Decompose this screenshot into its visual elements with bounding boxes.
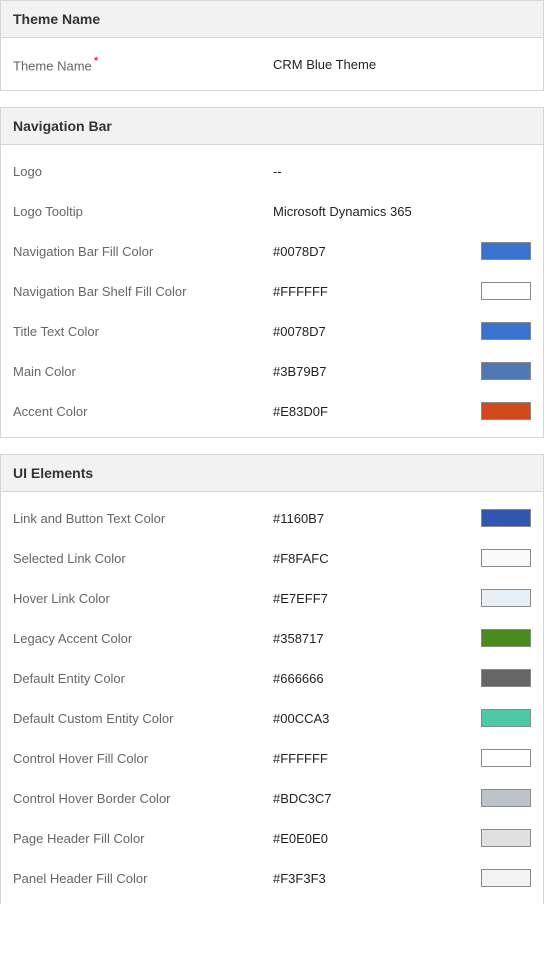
accent-color-value[interactable]: #E83D0F bbox=[273, 404, 471, 419]
nav-fill-swatch[interactable] bbox=[481, 242, 531, 260]
panel-header-row: Panel Header Fill Color #F3F3F3 bbox=[1, 858, 543, 898]
control-hover-fill-value[interactable]: #FFFFFF bbox=[273, 751, 471, 766]
nav-shelf-label: Navigation Bar Shelf Fill Color bbox=[13, 284, 273, 299]
logo-value[interactable]: -- bbox=[273, 164, 531, 179]
control-hover-border-value[interactable]: #BDC3C7 bbox=[273, 791, 471, 806]
nav-fill-label: Navigation Bar Fill Color bbox=[13, 244, 273, 259]
title-text-value[interactable]: #0078D7 bbox=[273, 324, 471, 339]
theme-name-label-text: Theme Name bbox=[13, 59, 92, 74]
theme-name-header: Theme Name bbox=[1, 1, 543, 38]
link-button-swatch[interactable] bbox=[481, 509, 531, 527]
theme-name-label: Theme Name* bbox=[13, 54, 273, 73]
link-button-row: Link and Button Text Color #1160B7 bbox=[1, 498, 543, 538]
logo-tooltip-value[interactable]: Microsoft Dynamics 365 bbox=[273, 204, 531, 219]
custom-entity-row: Default Custom Entity Color #00CCA3 bbox=[1, 698, 543, 738]
nav-shelf-value[interactable]: #FFFFFF bbox=[273, 284, 471, 299]
hover-link-row: Hover Link Color #E7EFF7 bbox=[1, 578, 543, 618]
title-text-label: Title Text Color bbox=[13, 324, 273, 339]
control-hover-border-label: Control Hover Border Color bbox=[13, 791, 273, 806]
page-header-label: Page Header Fill Color bbox=[13, 831, 273, 846]
default-entity-row: Default Entity Color #666666 bbox=[1, 658, 543, 698]
legacy-accent-swatch[interactable] bbox=[481, 629, 531, 647]
default-entity-value[interactable]: #666666 bbox=[273, 671, 471, 686]
nav-shelf-swatch[interactable] bbox=[481, 282, 531, 300]
hover-link-swatch[interactable] bbox=[481, 589, 531, 607]
legacy-accent-label: Legacy Accent Color bbox=[13, 631, 273, 646]
title-text-row: Title Text Color #0078D7 bbox=[1, 311, 543, 351]
ui-elements-header: UI Elements bbox=[1, 455, 543, 492]
hover-link-value[interactable]: #E7EFF7 bbox=[273, 591, 471, 606]
main-color-row: Main Color #3B79B7 bbox=[1, 351, 543, 391]
panel-header-swatch[interactable] bbox=[481, 869, 531, 887]
nav-fill-row: Navigation Bar Fill Color #0078D7 bbox=[1, 231, 543, 271]
control-hover-border-swatch[interactable] bbox=[481, 789, 531, 807]
link-button-value[interactable]: #1160B7 bbox=[273, 511, 471, 526]
accent-color-row: Accent Color #E83D0F bbox=[1, 391, 543, 431]
theme-name-value[interactable]: CRM Blue Theme bbox=[273, 57, 531, 72]
navigation-bar-header: Navigation Bar bbox=[1, 108, 543, 145]
control-hover-border-row: Control Hover Border Color #BDC3C7 bbox=[1, 778, 543, 818]
hover-link-label: Hover Link Color bbox=[13, 591, 273, 606]
selected-link-swatch[interactable] bbox=[481, 549, 531, 567]
custom-entity-value[interactable]: #00CCA3 bbox=[273, 711, 471, 726]
page-header-row: Page Header Fill Color #E0E0E0 bbox=[1, 818, 543, 858]
control-hover-fill-swatch[interactable] bbox=[481, 749, 531, 767]
panel-header-label: Panel Header Fill Color bbox=[13, 871, 273, 886]
default-entity-label: Default Entity Color bbox=[13, 671, 273, 686]
ui-elements-body: Link and Button Text Color #1160B7 Selec… bbox=[1, 492, 543, 904]
selected-link-row: Selected Link Color #F8FAFC bbox=[1, 538, 543, 578]
control-hover-fill-label: Control Hover Fill Color bbox=[13, 751, 273, 766]
nav-shelf-row: Navigation Bar Shelf Fill Color #FFFFFF bbox=[1, 271, 543, 311]
navigation-bar-section: Navigation Bar Logo -- Logo Tooltip Micr… bbox=[0, 107, 544, 438]
accent-color-swatch[interactable] bbox=[481, 402, 531, 420]
default-entity-swatch[interactable] bbox=[481, 669, 531, 687]
theme-name-section: Theme Name Theme Name* CRM Blue Theme bbox=[0, 0, 544, 91]
logo-row: Logo -- bbox=[1, 151, 543, 191]
selected-link-value[interactable]: #F8FAFC bbox=[273, 551, 471, 566]
logo-label: Logo bbox=[13, 164, 273, 179]
main-color-swatch[interactable] bbox=[481, 362, 531, 380]
page-header-swatch[interactable] bbox=[481, 829, 531, 847]
title-text-swatch[interactable] bbox=[481, 322, 531, 340]
logo-tooltip-row: Logo Tooltip Microsoft Dynamics 365 bbox=[1, 191, 543, 231]
legacy-accent-value[interactable]: #358717 bbox=[273, 631, 471, 646]
custom-entity-label: Default Custom Entity Color bbox=[13, 711, 273, 726]
main-color-label: Main Color bbox=[13, 364, 273, 379]
navigation-bar-body: Logo -- Logo Tooltip Microsoft Dynamics … bbox=[1, 145, 543, 437]
legacy-accent-row: Legacy Accent Color #358717 bbox=[1, 618, 543, 658]
panel-header-value[interactable]: #F3F3F3 bbox=[273, 871, 471, 886]
logo-tooltip-label: Logo Tooltip bbox=[13, 204, 273, 219]
nav-fill-value[interactable]: #0078D7 bbox=[273, 244, 471, 259]
control-hover-fill-row: Control Hover Fill Color #FFFFFF bbox=[1, 738, 543, 778]
page-header-value[interactable]: #E0E0E0 bbox=[273, 831, 471, 846]
theme-name-body: Theme Name* CRM Blue Theme bbox=[1, 38, 543, 90]
required-indicator: * bbox=[94, 54, 99, 68]
ui-elements-section: UI Elements Link and Button Text Color #… bbox=[0, 454, 544, 904]
link-button-label: Link and Button Text Color bbox=[13, 511, 273, 526]
selected-link-label: Selected Link Color bbox=[13, 551, 273, 566]
main-color-value[interactable]: #3B79B7 bbox=[273, 364, 471, 379]
custom-entity-swatch[interactable] bbox=[481, 709, 531, 727]
accent-color-label: Accent Color bbox=[13, 404, 273, 419]
theme-name-row: Theme Name* CRM Blue Theme bbox=[1, 44, 543, 84]
